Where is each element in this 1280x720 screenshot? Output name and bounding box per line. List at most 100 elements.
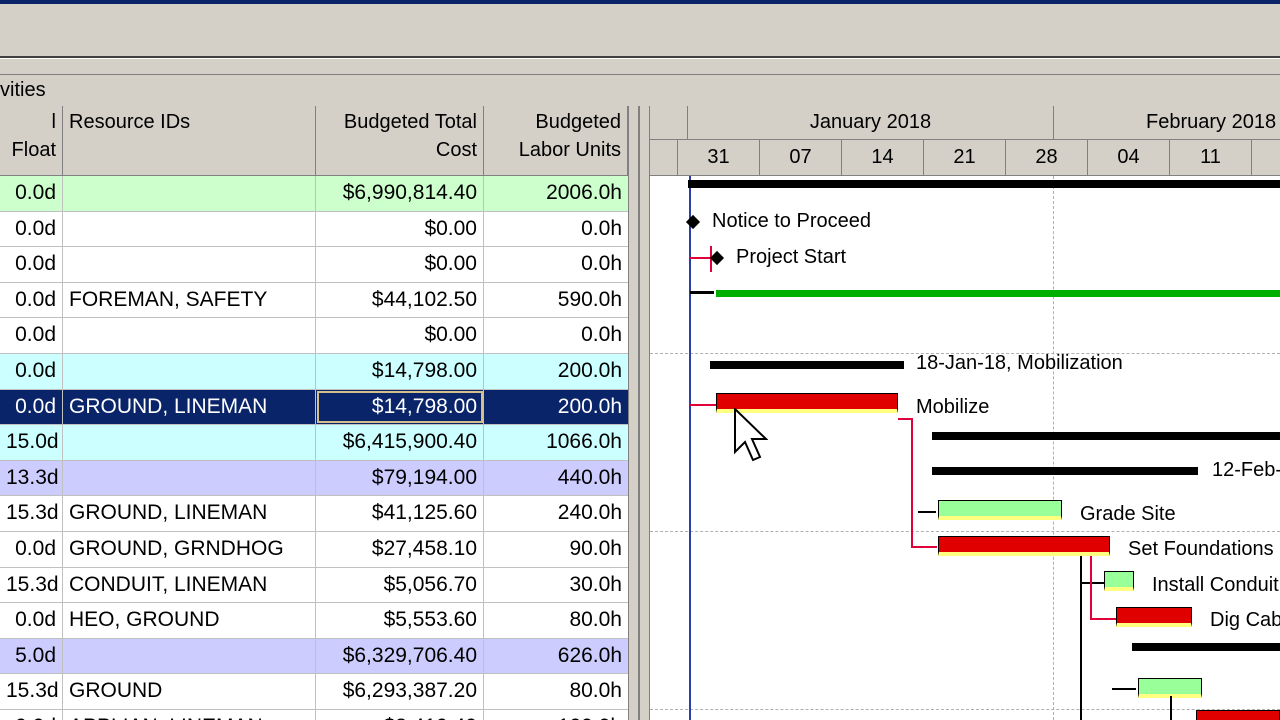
cell-resource-ids[interactable] [63,638,316,674]
table-row[interactable]: 0.0d GROUND, GRNDHOG $27,458.10 90.0h [0,532,628,568]
table-row[interactable]: 15.3d GROUND, LINEMAN $41,125.60 240.0h [0,496,628,532]
cell-resource-ids[interactable]: GROUND, LINEMAN [63,389,316,425]
cell-budgeted-labor-units[interactable]: 626.0h [484,639,628,674]
cell-resource-ids[interactable]: CONDUIT, LINEMAN [63,567,316,603]
cell-resource-ids[interactable] [63,460,316,496]
cell-budgeted-total-cost[interactable]: $79,194.00 [316,460,484,496]
gantt-bar-grade-site[interactable] [938,500,1062,520]
table-row[interactable]: 5.0d $6,329,706.40 626.0h [0,638,628,675]
table-row[interactable]: 13.3d $79,194.00 440.0h [0,460,628,497]
gantt-bar-mobilization-summary[interactable] [710,361,904,369]
cell-total-float[interactable]: 0.0d [0,354,63,389]
cell-budgeted-labor-units[interactable]: 240.0h [484,496,628,531]
cell-budgeted-labor-units[interactable]: 1066.0h [484,425,628,460]
cell-total-float[interactable]: 15.3d [0,567,63,603]
table-row[interactable]: 0.0d FOREMAN, SAFETY $44,102.50 590.0h [0,282,628,319]
cell-resource-ids[interactable]: HEO, GROUND [63,603,316,638]
gantt-chart[interactable]: January 2018 February 2018 31 07 14 21 2… [650,106,1280,720]
column-header-total-float[interactable]: l Float [0,106,63,176]
table-row[interactable]: 15.0d $6,415,900.40 1066.0h [0,425,628,461]
cell-total-float[interactable]: 15.0d [0,425,63,460]
gantt-bar-level-of-effort[interactable] [716,290,1280,297]
cell-total-float[interactable]: 0.0d [0,603,63,638]
gantt-bar-set-foundations[interactable] [938,536,1110,556]
table-row[interactable]: 0.0d HEO, GROUND $5,553.60 80.0h [0,603,628,639]
cell-total-float[interactable]: 0.0d [0,318,63,353]
cell-budgeted-labor-units[interactable]: 100.0h [484,710,628,720]
cell-total-float[interactable]: 0.0d [0,389,63,425]
cell-resource-ids[interactable] [63,425,316,460]
cell-resource-ids[interactable]: GROUND, LINEMAN [63,496,316,531]
cell-total-float[interactable]: 15.3d [0,496,63,531]
cell-budgeted-total-cost[interactable]: $44,102.50 [316,282,484,318]
gantt-bar-activity[interactable] [1196,710,1280,720]
cell-budgeted-labor-units[interactable]: 0.0h [484,318,628,353]
cell-budgeted-total-cost[interactable]: $5,056.70 [316,567,484,603]
table-row[interactable]: 0.0dAPPLIAN, LINEMAN$8,419.40100.0h [0,710,628,720]
cell-resource-ids[interactable] [63,247,316,282]
cell-budgeted-total-cost[interactable]: $6,990,814.40 [316,176,484,211]
pane-splitter[interactable] [628,106,650,720]
cell-budgeted-labor-units[interactable]: 200.0h [484,354,628,389]
cell-budgeted-total-cost[interactable]: $0.00 [316,318,484,353]
gantt-bar-project-summary[interactable] [688,180,1280,188]
cell-resource-ids[interactable]: FOREMAN, SAFETY [63,282,316,318]
cell-budgeted-total-cost[interactable]: $8,419.40 [316,710,484,720]
timescale-header[interactable]: January 2018 February 2018 31 07 14 21 2… [650,106,1280,176]
table-row[interactable]: 0.0d $6,990,814.40 2006.0h [0,176,628,212]
table-row[interactable]: 15.3d GROUND $6,293,387.20 80.0h [0,674,628,710]
cell-resource-ids[interactable]: GROUND, GRNDHOG [63,532,316,567]
cell-budgeted-total-cost[interactable]: $6,293,387.20 [316,674,484,709]
gantt-bar-summary[interactable] [1132,643,1280,651]
cell-budgeted-labor-units[interactable]: 30.0h [484,568,628,603]
cell-budgeted-labor-units[interactable]: 2006.0h [484,176,628,211]
gantt-bar-site-work-summary[interactable] [932,467,1198,475]
column-header-resource-ids[interactable]: Resource IDs [63,106,316,176]
cell-budgeted-total-cost[interactable]: $41,125.60 [316,496,484,531]
cell-total-float[interactable]: 0.0d [0,247,63,282]
table-row[interactable]: 0.0d $0.00 0.0h [0,318,628,354]
column-header-budgeted-labor-units[interactable]: Budgeted Labor Units [484,106,628,176]
cell-budgeted-total-cost[interactable]: $14,798.00 [316,354,484,389]
cell-resource-ids[interactable] [63,176,316,211]
cell-resource-ids[interactable] [63,211,316,247]
cell-budgeted-labor-units[interactable]: 590.0h [484,283,628,318]
cell-budgeted-total-cost[interactable]: $0.00 [316,211,484,247]
cell-budgeted-total-cost[interactable]: $27,458.10 [316,532,484,567]
table-row[interactable]: 0.0d $0.00 0.0h [0,211,628,248]
cell-total-float[interactable]: 15.3d [0,674,63,709]
cell-resource-ids[interactable] [63,318,316,353]
table-row[interactable]: 0.0d $14,798.00 200.0h [0,354,628,390]
cell-budgeted-labor-units[interactable]: 0.0h [484,247,628,282]
cell-budgeted-labor-units[interactable]: 0.0h [484,212,628,247]
cell-budgeted-total-cost[interactable]: $5,553.60 [316,603,484,638]
cell-budgeted-total-cost[interactable]: $14,798.00 [316,389,484,425]
cell-budgeted-total-cost[interactable]: $6,329,706.40 [316,638,484,674]
table-row[interactable]: 0.0d $0.00 0.0h [0,247,628,283]
cell-budgeted-labor-units[interactable]: 80.0h [484,603,628,638]
cell-budgeted-labor-units[interactable]: 80.0h [484,674,628,709]
cell-resource-ids[interactable]: GROUND [63,674,316,709]
cell-budgeted-total-cost[interactable]: $6,415,900.40 [316,425,484,460]
cell-total-float[interactable]: 0.0d [0,532,63,567]
cell-budgeted-total-cost[interactable]: $0.00 [316,247,484,282]
gantt-bar-wbs-summary[interactable] [932,432,1280,440]
cell-budgeted-labor-units[interactable]: 90.0h [484,532,628,567]
cell-total-float[interactable]: 0.0d [0,176,63,211]
milestone-project-start-icon[interactable] [709,250,725,266]
gantt-bar-activity[interactable] [1138,678,1202,698]
cell-budgeted-labor-units[interactable]: 200.0h [484,390,628,425]
cell-total-float[interactable]: 0.0d [0,282,63,318]
cell-resource-ids[interactable]: APPLIAN, LINEMAN [63,710,316,720]
cell-total-float[interactable]: 0.0d [0,710,63,720]
gantt-bar-dig-cable[interactable] [1116,607,1192,627]
gantt-bar-install-conduit[interactable] [1104,571,1134,591]
cell-total-float[interactable]: 5.0d [0,638,63,674]
table-row[interactable]: 15.3d CONDUIT, LINEMAN $5,056.70 30.0h [0,567,628,604]
cell-total-float[interactable]: 13.3d [0,460,63,496]
cell-budgeted-labor-units[interactable]: 440.0h [484,461,628,496]
table-row-selected[interactable]: 0.0d GROUND, LINEMAN $14,798.00 200.0h [0,389,628,426]
cell-resource-ids[interactable] [63,354,316,389]
cell-total-float[interactable]: 0.0d [0,211,63,247]
column-header-budgeted-total-cost[interactable]: Budgeted Total Cost [316,106,484,176]
